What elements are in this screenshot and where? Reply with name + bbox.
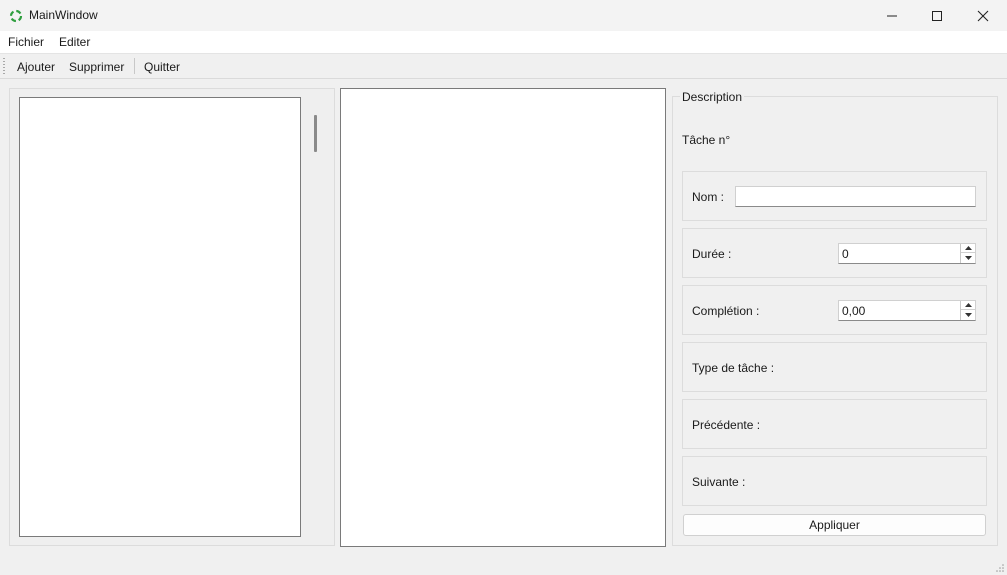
task-type-label: Type de tâche : — [692, 361, 775, 375]
toolbar-grip[interactable] — [3, 58, 5, 74]
graphics-view[interactable] — [340, 88, 666, 547]
arrow-up-icon — [964, 246, 972, 250]
close-button[interactable] — [960, 0, 1006, 31]
duration-label: Durée : — [692, 247, 732, 261]
vertical-slider-handle[interactable] — [314, 115, 317, 152]
menu-editer[interactable]: Editer — [59, 35, 90, 49]
description-title: Description — [680, 90, 745, 104]
delete-button[interactable]: Supprimer — [69, 60, 124, 74]
duration-spinbox[interactable]: 0 — [838, 243, 976, 264]
maximize-icon — [932, 10, 942, 21]
menu-fichier[interactable]: Fichier — [8, 35, 44, 49]
completion-decrement-button[interactable] — [961, 310, 975, 319]
task-number-label: Tâche n° — [682, 133, 731, 147]
completion-value: 0,00 — [842, 304, 866, 318]
duration-value: 0 — [842, 247, 849, 261]
name-label: Nom : — [692, 190, 725, 204]
minimize-button[interactable] — [869, 0, 915, 31]
close-icon — [977, 10, 989, 21]
name-input[interactable] — [735, 186, 976, 207]
app-icon — [9, 9, 23, 23]
add-button[interactable]: Ajouter — [17, 60, 55, 74]
toolbar-separator — [134, 58, 135, 74]
duration-spin-buttons — [960, 244, 975, 263]
completion-increment-button[interactable] — [961, 301, 975, 310]
window-title: MainWindow — [29, 8, 98, 22]
arrow-down-icon — [964, 255, 972, 260]
resize-grip-icon[interactable] — [995, 563, 1005, 573]
quit-button[interactable]: Quitter — [144, 60, 180, 74]
minimize-icon — [887, 15, 897, 16]
completion-label: Complétion : — [692, 304, 760, 318]
title-bar — [0, 0, 1007, 31]
apply-button[interactable]: Appliquer — [683, 514, 986, 536]
menu-bar — [0, 31, 1007, 53]
completion-spinbox[interactable]: 0,00 — [838, 300, 976, 321]
completion-spin-buttons — [960, 301, 975, 320]
duration-increment-button[interactable] — [961, 244, 975, 253]
previous-label: Précédente : — [692, 418, 761, 432]
duration-decrement-button[interactable] — [961, 253, 975, 262]
arrow-down-icon — [964, 312, 972, 317]
maximize-button[interactable] — [914, 0, 960, 31]
task-list[interactable] — [19, 97, 301, 537]
arrow-up-icon — [964, 303, 972, 307]
next-label: Suivante : — [692, 475, 746, 489]
